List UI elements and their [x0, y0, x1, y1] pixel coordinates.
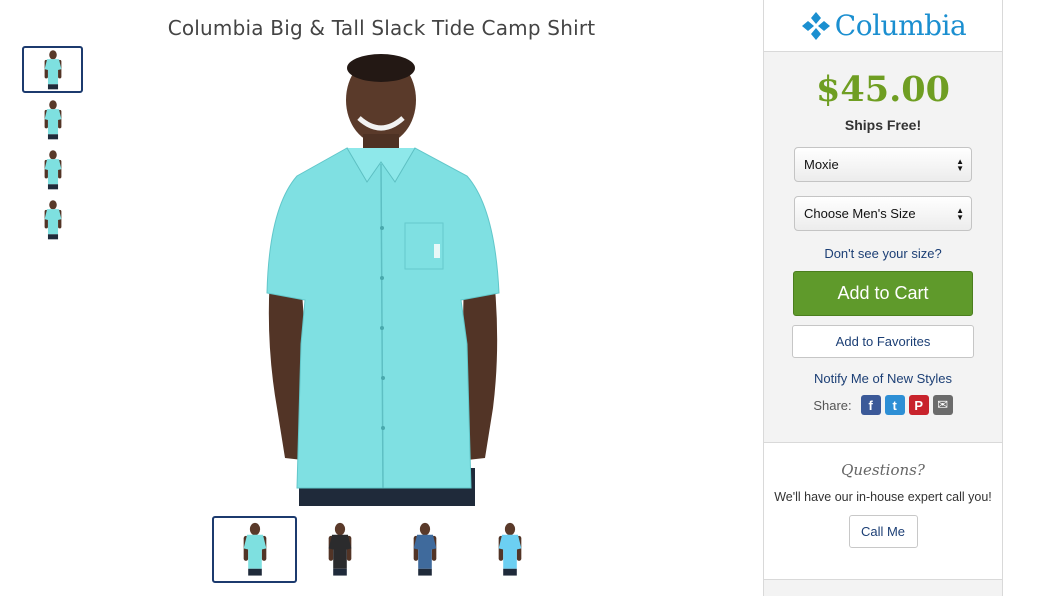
thumbnail-4[interactable]	[22, 196, 83, 243]
product-area: Columbia Big & Tall Slack Tide Camp Shir…	[0, 0, 763, 596]
thumbnail-2[interactable]	[22, 96, 83, 143]
questions-text: We'll have our in-house expert call you!	[774, 490, 992, 504]
pinterest-icon[interactable]: P	[908, 395, 929, 415]
color-select[interactable]: Moxie ▲ ▼	[794, 147, 972, 182]
color-option-4[interactable]	[467, 516, 552, 583]
shipping-info: Ships Free!	[844, 117, 922, 133]
share-label: Share:	[813, 397, 852, 413]
twitter-icon[interactable]: t	[884, 395, 905, 415]
add-to-favorites-button[interactable]: Add to Favorites	[792, 325, 974, 358]
call-me-button[interactable]: Call Me	[848, 515, 918, 548]
brand-logo[interactable]: Columbia	[764, 0, 1002, 52]
main-product-image[interactable]	[255, 48, 515, 506]
select-arrows-icon: ▲ ▼	[956, 156, 964, 173]
add-to-cart-button[interactable]: Add to Cart	[793, 271, 973, 316]
color-select-value: Moxie	[804, 157, 839, 172]
columbia-diamond-icon	[801, 11, 830, 40]
questions-title: Questions?	[841, 461, 925, 479]
notify-new-styles-link[interactable]: Notify Me of New Styles	[764, 371, 1002, 386]
color-option-3[interactable]	[382, 516, 467, 583]
size-select[interactable]: Choose Men's Size ▲ ▼	[794, 196, 972, 231]
brand-name: Columbia	[834, 9, 967, 42]
thumbnail-list	[22, 46, 83, 246]
share-row: Share: f t P ✉	[764, 395, 1002, 415]
email-icon[interactable]: ✉	[932, 395, 953, 415]
color-option-2[interactable]	[297, 516, 382, 583]
color-option-1[interactable]	[212, 516, 297, 583]
thumbnail-3[interactable]	[22, 146, 83, 193]
color-options	[212, 516, 552, 584]
size-select-value: Choose Men's Size	[804, 206, 916, 221]
thumbnail-1[interactable]	[22, 46, 83, 93]
questions-box: Questions? We'll have our in-house exper…	[764, 442, 1002, 580]
size-help-link[interactable]: Don't see your size?	[764, 246, 1002, 261]
select-arrows-icon: ▲ ▼	[956, 205, 964, 222]
model-shirt-illustration	[266, 54, 500, 506]
price: $45.00	[816, 69, 950, 110]
product-title: Columbia Big & Tall Slack Tide Camp Shir…	[167, 16, 596, 40]
purchase-sidebar: Columbia $45.00 Ships Free! Moxie ▲ ▼ Cho…	[763, 0, 1003, 596]
facebook-icon[interactable]: f	[860, 395, 881, 415]
